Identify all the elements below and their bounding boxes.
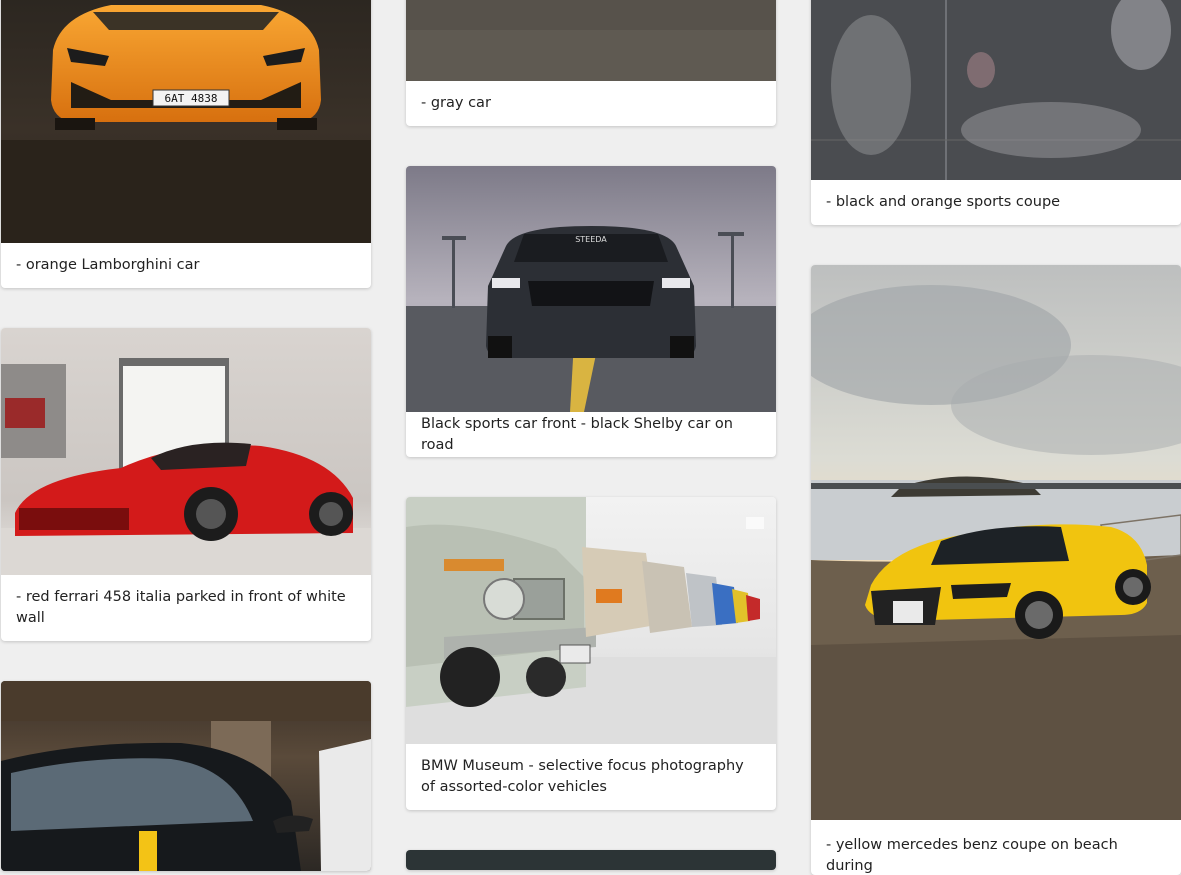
photo-yellow-coupe[interactable] [811,265,1181,820]
red-ferrari-image [1,358,371,575]
windshield-banner: STEEDA [575,235,607,244]
yellow-coupe-image [811,285,1181,820]
gallery-card-black-shelby[interactable]: STEEDA Black sports car front - black Sh… [406,166,776,457]
gallery-card-bmw-museum[interactable]: BMW Museum - selective focus photography… [406,497,776,810]
caption-text: BMW Museum - selective focus photography… [421,758,744,795]
bmw-museum-image [406,497,776,744]
gallery-card-black-orange-coupe[interactable]: - black and orange sports coupe [811,0,1181,225]
photo-red-ferrari[interactable] [1,328,371,575]
caption-text: - yellow mercedes benz coupe on beach du… [826,837,1118,874]
gallery-card-black-car[interactable] [1,681,371,871]
orange-lamborghini-image: 6AT 4838 [1,5,371,243]
caption-text: - red ferrari 458 italia parked in front… [16,589,346,626]
caption-text: - black and orange sports coupe [826,194,1061,210]
gallery-card-red-ferrari[interactable]: - red ferrari 458 italia parked in front… [1,328,371,641]
photo-gray-car[interactable] [406,0,776,81]
caption-bmw-museum: BMW Museum - selective focus photography… [406,744,776,810]
photo-orange-lamborghini[interactable]: 6AT 4838 [1,0,371,243]
photo-bmw-museum[interactable] [406,497,776,744]
caption-orange-lamborghini: - orange Lamborghini car [1,243,371,288]
photo-black-shelby[interactable]: STEEDA [406,166,776,412]
caption-yellow-coupe: - yellow mercedes benz coupe on beach du… [811,820,1181,875]
caption-red-ferrari: - red ferrari 458 italia parked in front… [1,575,371,641]
gallery-card-orange-lamborghini[interactable]: 6AT 4838 - orange Lamborghini car [1,0,371,288]
gallery-card-next[interactable] [406,850,776,870]
gray-asphalt-image [406,0,776,81]
caption-text: - orange Lamborghini car [16,257,200,273]
black-orange-coupe-image [811,0,1181,180]
black-shelby-image: STEEDA [406,226,776,412]
caption-text: Black sports car front - black Shelby ca… [421,415,733,453]
lambo-license-plate: 6AT 4838 [165,92,218,105]
gallery-card-gray-car[interactable]: - gray car [406,0,776,126]
caption-black-orange-coupe: - black and orange sports coupe [811,180,1181,225]
photo-next[interactable] [406,850,776,870]
gallery-card-yellow-coupe[interactable]: - yellow mercedes benz coupe on beach du… [811,265,1181,875]
photo-black-car[interactable] [1,681,371,871]
black-car-image [1,681,371,871]
caption-gray-car: - gray car [406,81,776,126]
caption-black-shelby: Black sports car front - black Shelby ca… [406,412,776,457]
caption-text: - gray car [421,95,491,111]
photo-black-orange-coupe[interactable] [811,0,1181,180]
